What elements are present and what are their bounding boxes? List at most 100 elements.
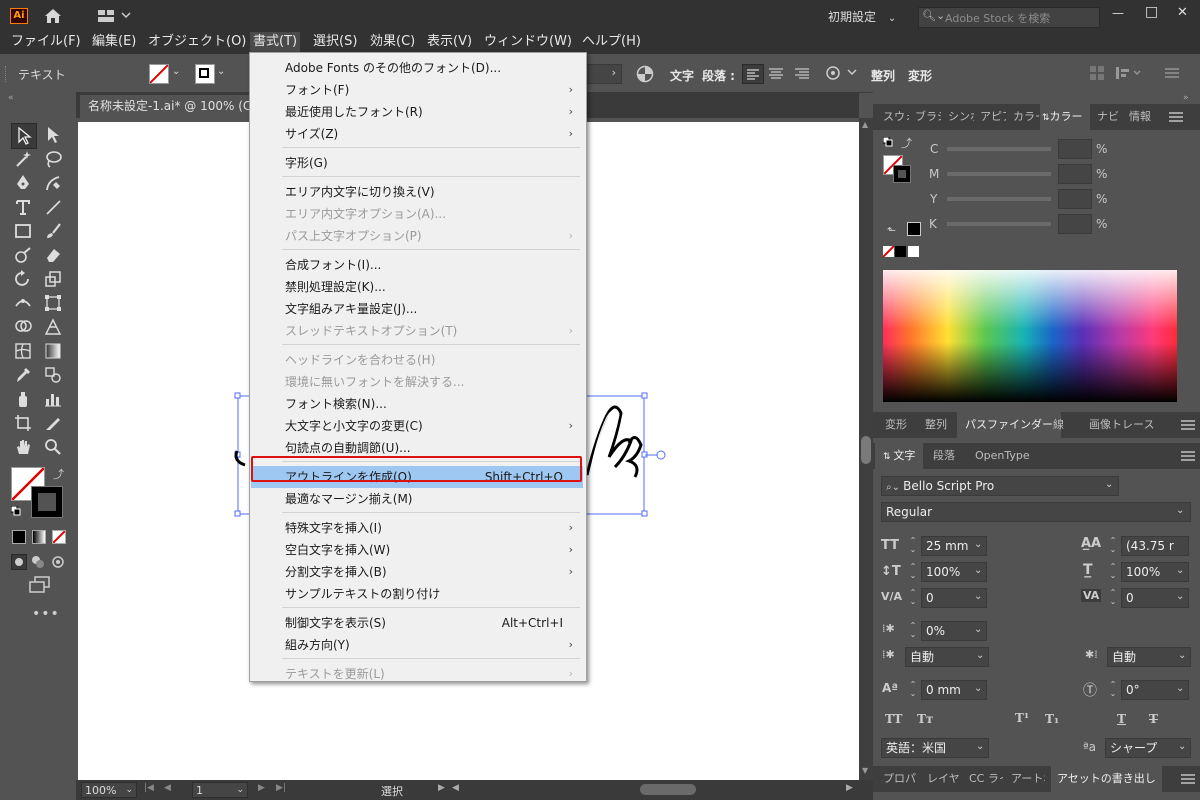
menu-item[interactable]: 字形(G) <box>251 152 583 174</box>
prev-artboard-icon[interactable]: ◀ <box>164 783 171 793</box>
chevron-down-icon[interactable]: ⌄ <box>1105 479 1113 490</box>
menu-window[interactable]: ウィンドウ(W) <box>481 32 575 54</box>
eyedropper-tool-icon[interactable] <box>11 363 35 387</box>
chevron-down-icon[interactable]: ⌄ <box>974 624 982 635</box>
menu-file[interactable]: ファイル(F) <box>8 32 84 54</box>
color-spectrum[interactable] <box>883 270 1177 402</box>
curvature-tool-icon[interactable] <box>41 171 65 195</box>
align-center-icon[interactable] <box>766 64 786 82</box>
tab-paragraph[interactable]: 段落 <box>933 443 955 469</box>
chevron-down-icon[interactable]: ⌄ <box>974 539 982 550</box>
blend-tool-icon[interactable] <box>41 363 65 387</box>
underline-icon[interactable]: T <box>1117 712 1126 726</box>
scroll-right-icon[interactable]: ▶ <box>846 783 853 793</box>
free-transform-tool-icon[interactable] <box>41 291 65 315</box>
panel-menu-icon[interactable] <box>1181 773 1195 785</box>
first-artboard-icon[interactable]: |◀ <box>144 783 154 793</box>
baseline-shift-stepper[interactable]: ⌃ ⌄ <box>907 680 919 700</box>
paragraph-link[interactable]: 段落 : <box>702 67 735 84</box>
menu-item[interactable]: サンプルテキストの割り付け <box>251 583 583 605</box>
control-field[interactable]: › <box>586 64 622 84</box>
menu-item[interactable]: 分割文字を挿入(B) › <box>251 561 583 583</box>
font-style-field[interactable]: Regular <box>881 502 1191 522</box>
workspace-switcher[interactable]: 初期設定 ⌄ <box>828 8 896 25</box>
slice-tool-icon[interactable] <box>41 411 65 435</box>
chevron-down-icon[interactable]: ⌄ <box>974 683 982 694</box>
edit-toolbar-icon[interactable]: ••• <box>32 606 60 622</box>
status-menu-icon[interactable]: ▶ <box>438 783 445 793</box>
chevron-down-icon[interactable]: ⌄ <box>1176 505 1184 516</box>
panel-menu-icon[interactable] <box>1181 419 1195 431</box>
zoom-field[interactable]: 100% ⌄ <box>81 782 137 798</box>
menu-item[interactable]: 空白文字を挿入(W) › <box>251 539 583 561</box>
menu-select[interactable]: 選択(S) <box>310 32 360 54</box>
channel-k-input[interactable] <box>1058 214 1092 234</box>
align-right-icon[interactable] <box>792 64 812 82</box>
arrange-documents-icon[interactable] <box>98 10 132 22</box>
perspective-grid-tool-icon[interactable] <box>41 315 65 339</box>
horizontal-scale-stepper[interactable]: ⌃ ⌄ <box>1107 562 1119 582</box>
pen-tool-icon[interactable] <box>11 171 35 195</box>
kerning-stepper[interactable]: ⌃ ⌄ <box>907 588 919 608</box>
menu-item[interactable]: 最近使用したフォント(R) › <box>251 101 583 123</box>
tab-opentype[interactable]: OpenType <box>975 443 1030 469</box>
default-colors-icon[interactable] <box>11 506 21 516</box>
tab-cc-libraries[interactable]: CC ライ <box>969 766 1003 792</box>
font-size-stepper[interactable]: ⌃ ⌄ <box>907 536 919 556</box>
swap-icon[interactable]: ⤴ <box>901 135 912 151</box>
draw-normal-icon[interactable] <box>11 554 27 570</box>
chevron-down-icon[interactable]: ⌄ <box>1176 683 1184 694</box>
panel-menu-icon[interactable] <box>1165 67 1179 79</box>
channel-y-input[interactable] <box>1058 189 1092 209</box>
line-tool-icon[interactable] <box>41 195 65 219</box>
channel-c-input[interactable] <box>1058 139 1092 159</box>
selection-tool-icon[interactable] <box>11 123 37 149</box>
channel-m-slider[interactable] <box>947 172 1051 176</box>
artboard-tool-icon[interactable] <box>11 411 35 435</box>
panel-stroke-swatch[interactable] <box>893 165 911 183</box>
scroll-left-icon[interactable]: ◀ <box>452 783 459 793</box>
direct-selection-tool-icon[interactable] <box>41 123 65 147</box>
leading-stepper[interactable]: ⌃ ⌄ <box>1107 536 1119 556</box>
white-swatch[interactable] <box>908 246 919 257</box>
menu-help[interactable]: ヘルプ(H) <box>579 32 644 54</box>
lasso-tool-icon[interactable] <box>41 147 65 171</box>
chevron-down-icon[interactable]: ⌄ <box>1178 741 1186 752</box>
menu-item[interactable]: 制御文字を表示(S) Alt+Ctrl+I <box>251 612 583 634</box>
tab-align[interactable]: 整列 <box>925 412 947 438</box>
rotate-tool-icon[interactable] <box>11 267 35 291</box>
collapse-icon[interactable]: « <box>8 93 14 103</box>
shaper-tool-icon[interactable] <box>11 243 35 267</box>
horizontal-scrollbar-thumb[interactable] <box>640 784 696 795</box>
menu-item[interactable]: 組み方向(Y) › <box>251 634 583 656</box>
tracking-stepper[interactable]: ⌃ ⌄ <box>1107 588 1119 608</box>
chevron-down-icon[interactable]: ⌄ <box>217 66 225 77</box>
none-swatch[interactable] <box>883 246 894 257</box>
menu-edit[interactable]: 編集(E) <box>89 32 139 54</box>
shape-builder-tool-icon[interactable] <box>11 315 35 339</box>
menu-item[interactable]: 文字組みアキ量設定(J)... <box>251 298 583 320</box>
paintbrush-tool-icon[interactable] <box>41 219 65 243</box>
leading-field[interactable]: (43.75 r <box>1121 536 1189 556</box>
magic-wand-tool-icon[interactable] <box>11 147 35 171</box>
last-color-swatch[interactable] <box>907 222 921 236</box>
shape-options-icon[interactable] <box>824 64 858 82</box>
tab-artboards[interactable]: アートボ <box>1011 766 1045 792</box>
tab-symbols[interactable]: シンボ <box>948 104 974 130</box>
scale-tool-icon[interactable] <box>41 267 65 291</box>
vertical-scrollbar[interactable]: ▲ ▼ <box>859 118 873 780</box>
swap-fill-stroke-icon[interactable]: ⤴ <box>53 466 64 482</box>
next-artboard-icon[interactable]: ▶ <box>258 783 265 793</box>
align-link[interactable]: 整列 <box>871 67 895 84</box>
screen-mode-icon[interactable] <box>29 576 51 594</box>
subscript-icon[interactable]: T₁ <box>1045 712 1059 726</box>
align-left-icon[interactable] <box>742 64 764 84</box>
tab-asset-export[interactable]: アセットの書き出し <box>1051 766 1162 792</box>
gradient-mode-icon[interactable] <box>32 530 46 544</box>
tab-stroke[interactable]: 線 <box>1053 412 1064 438</box>
panel-menu-icon[interactable] <box>1169 111 1183 123</box>
menu-item[interactable]: 特殊文字を挿入(I) › <box>251 517 583 539</box>
tab-info[interactable]: 情報 <box>1129 104 1155 130</box>
type-tool-icon[interactable] <box>11 195 35 219</box>
chevron-down-icon[interactable]: ⌄ <box>172 66 180 77</box>
